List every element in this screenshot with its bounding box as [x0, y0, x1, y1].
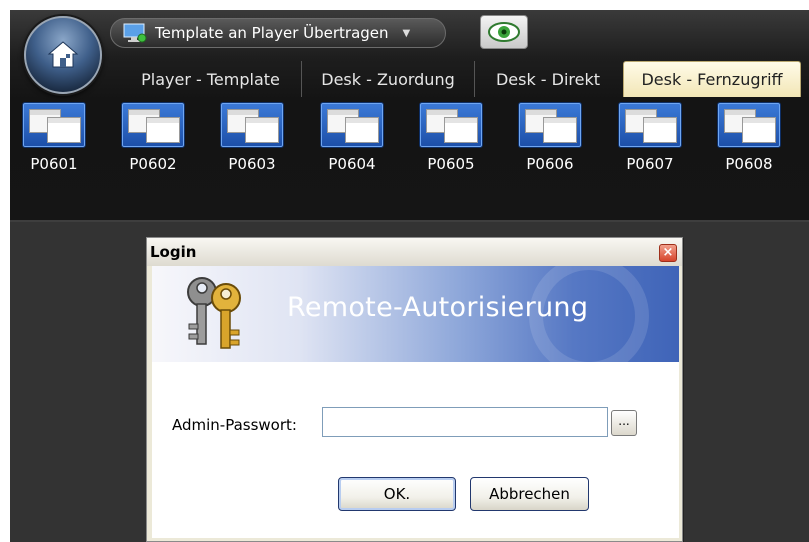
tab-label: Desk - Zuordung: [321, 69, 455, 89]
password-label: Admin-Passwort:: [172, 416, 297, 434]
player-screen-icon: [121, 102, 185, 148]
player-item-p0601[interactable]: P0601: [16, 97, 98, 177]
ribbon: Template an Player Übertragen ▼ Player -…: [10, 10, 809, 222]
tab-label: Player - Template: [141, 69, 280, 89]
eye-icon: [488, 22, 520, 42]
tab-label: Desk - Fernzugriff: [641, 70, 783, 89]
player-label: P0603: [228, 155, 276, 173]
chevron-down-icon[interactable]: ▼: [403, 28, 411, 39]
tab-label: Desk - Direkt: [495, 69, 601, 89]
player-screen-icon: [220, 102, 284, 148]
player-screen-icon: [22, 102, 86, 148]
monitor-icon: [123, 23, 147, 43]
player-item-p0607[interactable]: P0607: [612, 97, 694, 177]
player-list: P0601 P0602 P0603 P0604 P0605 P0606 P060…: [16, 97, 806, 177]
player-label: P0606: [526, 155, 574, 173]
login-dialog: Login × Remote-Autorisierung Admin-Passw…: [146, 237, 683, 542]
player-label: P0605: [427, 155, 475, 173]
player-screen-icon: [419, 102, 483, 148]
dialog-title: Login: [150, 243, 197, 261]
tab-desk-fernzugriff[interactable]: Desk - Fernzugriff: [623, 61, 801, 97]
banner-title: Remote-Autorisierung: [287, 292, 589, 323]
player-label: P0608: [725, 155, 773, 173]
tab-player-template[interactable]: Player - Template: [120, 61, 302, 97]
ok-button[interactable]: OK.: [338, 477, 456, 511]
player-label: P0607: [626, 155, 674, 173]
close-icon[interactable]: ×: [659, 244, 677, 262]
player-label: P0601: [30, 155, 78, 173]
tab-desk-direkt[interactable]: Desk - Direkt: [475, 61, 621, 97]
app-window: Template an Player Übertragen ▼ Player -…: [10, 10, 809, 542]
player-item-p0605[interactable]: P0605: [413, 97, 495, 177]
player-screen-icon: [717, 102, 781, 148]
dialog-title-bar[interactable]: Login: [147, 238, 682, 266]
password-more-button[interactable]: ...: [611, 410, 637, 436]
keys-icon: [187, 277, 241, 349]
player-screen-icon: [518, 102, 582, 148]
player-item-p0608[interactable]: P0608: [711, 97, 793, 177]
player-item-p0606[interactable]: P0606: [512, 97, 594, 177]
dialog-banner: Remote-Autorisierung: [152, 266, 679, 362]
player-item-p0604[interactable]: P0604: [314, 97, 396, 177]
player-screen-icon: [618, 102, 682, 148]
template-transfer-label: Template an Player Übertragen: [155, 24, 389, 42]
player-label: P0604: [328, 155, 376, 173]
player-item-p0603[interactable]: P0603: [214, 97, 296, 177]
player-item-p0602[interactable]: P0602: [115, 97, 197, 177]
cancel-button[interactable]: Abbrechen: [470, 477, 589, 511]
home-icon: [47, 41, 79, 68]
player-label: P0602: [129, 155, 177, 173]
template-transfer-button[interactable]: Template an Player Übertragen ▼: [110, 18, 446, 48]
dialog-body: Admin-Passwort: ... OK. Abbrechen: [152, 362, 679, 538]
tab-desk-zuordung[interactable]: Desk - Zuordung: [302, 61, 475, 97]
password-field[interactable]: [322, 407, 608, 437]
home-orb-button[interactable]: [24, 16, 102, 94]
preview-button[interactable]: [480, 15, 528, 49]
player-screen-icon: [320, 102, 384, 148]
